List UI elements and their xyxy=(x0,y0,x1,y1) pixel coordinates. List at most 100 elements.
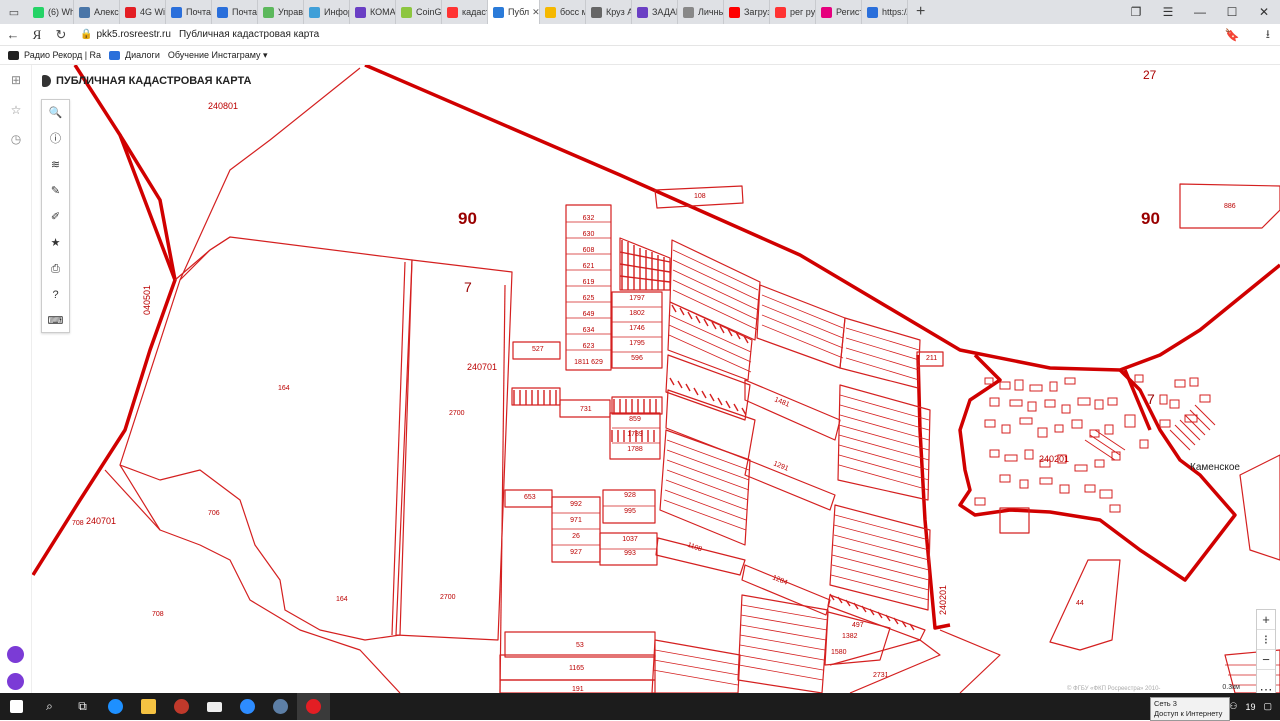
notifications-icon[interactable]: ▢ xyxy=(1263,701,1272,712)
start-button[interactable] xyxy=(0,693,33,720)
parcel-label: 1788 xyxy=(627,446,643,453)
tab-favicon-icon xyxy=(447,6,458,18)
reload-button[interactable]: ↻ xyxy=(48,27,74,43)
zoom-out-button[interactable]: − xyxy=(1257,650,1275,670)
measure-icon[interactable]: ✐ xyxy=(42,204,69,230)
search-icon[interactable]: 🔍 xyxy=(42,100,69,126)
bookmark-label: Радио Рекорд | Ra xyxy=(24,50,102,60)
bookmark-icon[interactable]: 🔖 xyxy=(1225,28,1240,42)
window-tabs-icon[interactable]: ❐ xyxy=(1120,5,1152,19)
browser-tab[interactable]: Управл xyxy=(258,0,304,24)
alice-assistant-icon[interactable] xyxy=(7,673,24,690)
window-controls: ❐ ☰ — ☐ ✕ xyxy=(1120,0,1280,24)
grid-icon[interactable]: ⊞ xyxy=(8,73,24,89)
browser-tab[interactable]: Регист xyxy=(816,0,862,24)
quarter-label: 240701 xyxy=(467,362,498,372)
download-icon[interactable]: ⭳ xyxy=(1266,25,1270,46)
history-icon[interactable]: ◷ xyxy=(8,132,24,148)
parcel-label: 971 xyxy=(570,517,582,524)
cadastral-map[interactable]: 240801 27 90 90 7 7 240701 240701 240201… xyxy=(32,65,1280,693)
app-red-icon xyxy=(174,699,189,714)
parcel-label: 164 xyxy=(278,385,290,392)
info-icon[interactable]: ⓘ xyxy=(42,126,69,152)
tab-favicon-icon xyxy=(493,6,504,18)
new-tab-button[interactable]: + xyxy=(908,3,933,21)
parcel-label: 497 xyxy=(852,622,864,629)
browser-tab[interactable]: Алекса xyxy=(74,0,120,24)
pencil-icon[interactable]: ✎ xyxy=(42,178,69,204)
parcel-label: 630 xyxy=(582,231,595,238)
taskbar-yandex[interactable] xyxy=(297,693,330,720)
yandex-home-button[interactable]: Я xyxy=(26,27,48,43)
taskbar-mail[interactable] xyxy=(198,693,231,720)
browser-tab[interactable]: Инфор xyxy=(304,0,350,24)
browser-tab[interactable]: (6) Wha xyxy=(28,0,74,24)
parcel-label: 886 xyxy=(1224,203,1236,210)
clock[interactable]: 19 xyxy=(1245,702,1255,712)
browser-tab[interactable]: Публ ✕ xyxy=(488,0,540,24)
taskbar-edge[interactable] xyxy=(99,693,132,720)
sidebar-toggle-icon[interactable]: ▭ xyxy=(0,6,28,19)
taskbar-zoom[interactable] xyxy=(231,693,264,720)
print-icon[interactable]: ⎙ xyxy=(42,256,69,282)
browser-tab[interactable]: КОМА xyxy=(350,0,396,24)
url-domain[interactable]: pkk5.rosreestr.ru xyxy=(96,29,170,40)
star-icon[interactable]: ★ xyxy=(42,230,69,256)
browser-tab[interactable]: 4G Wi-F xyxy=(120,0,166,24)
taskbar-search[interactable]: ⌕ xyxy=(33,693,66,720)
maximize-button[interactable]: ☐ xyxy=(1216,5,1248,19)
more-options-button[interactable]: ⋯ xyxy=(1257,680,1275,693)
browser-tab[interactable]: Загруз xyxy=(724,0,770,24)
browser-tab[interactable]: кадаст xyxy=(442,0,488,24)
parcel-label: 993 xyxy=(624,550,636,557)
task-view[interactable]: ⧉ xyxy=(66,693,99,720)
browser-tab[interactable]: https:// xyxy=(862,0,908,24)
browser-tab[interactable]: босс м xyxy=(540,0,586,24)
bookmark-radio-record[interactable]: Радио Рекорд | Ra xyxy=(8,50,101,60)
tab-label: КОМА xyxy=(370,7,396,17)
tab-label: CoinGe xyxy=(416,7,442,17)
alice-icon[interactable] xyxy=(7,646,24,663)
browser-tab[interactable]: CoinGe xyxy=(396,0,442,24)
parcel-column-a: 632 630 608 621 619 625 649 634 623 1811… xyxy=(566,215,611,375)
tooltip-line: Сеть 3 xyxy=(1154,699,1177,708)
zoom-in-button[interactable]: + xyxy=(1257,610,1275,630)
network-icon[interactable]: ⚇ xyxy=(1229,701,1237,712)
browser-tab[interactable]: Круз А xyxy=(586,0,632,24)
browser-tab[interactable]: рег ру xyxy=(770,0,816,24)
lock-icon[interactable]: 🔒 xyxy=(80,29,92,40)
star-icon[interactable]: ☆ xyxy=(8,103,24,119)
close-window-button[interactable]: ✕ xyxy=(1248,5,1280,19)
keyboard-icon[interactable]: ⌨ xyxy=(42,308,69,334)
page-title[interactable]: Публичная кадастровая карта xyxy=(179,29,319,40)
bookmark-label: Диалоги xyxy=(125,50,160,60)
parcel-label: 191 xyxy=(572,686,584,693)
help-icon[interactable]: ? xyxy=(42,282,69,308)
copyright-text: © ФГБУ «ФКП Росреестра» 2010- xyxy=(1067,686,1161,692)
taskbar-app[interactable] xyxy=(165,693,198,720)
bookmark-folder-instagram[interactable]: Обучение Инстаграму ▾ xyxy=(168,50,268,61)
tab-label: рег ру xyxy=(790,7,816,17)
browser-tab[interactable]: Почта xyxy=(212,0,258,24)
browser-tab[interactable]: ЗАДАН xyxy=(632,0,678,24)
browser-tab[interactable]: Почта xyxy=(166,0,212,24)
zoom-pin-button[interactable]: ⁝ xyxy=(1257,630,1275,650)
tab-favicon-icon xyxy=(309,6,320,18)
window-menu-icon[interactable]: ☰ xyxy=(1152,5,1184,19)
tab-favicon-icon xyxy=(355,6,366,18)
back-button[interactable]: ← xyxy=(0,27,26,42)
bookmark-dialogs[interactable]: Диалоги xyxy=(109,50,160,60)
parcel-label: 164 xyxy=(336,596,348,603)
taskbar-steam[interactable] xyxy=(264,693,297,720)
map-canvas[interactable] xyxy=(32,65,1280,693)
minimize-button[interactable]: — xyxy=(1184,5,1216,19)
tab-label: Инфор xyxy=(324,7,350,17)
browser-tab[interactable]: Личны xyxy=(678,0,724,24)
quarter-label: 040501 xyxy=(142,284,153,316)
taskbar-explorer[interactable] xyxy=(132,693,165,720)
close-tab-icon[interactable]: ✕ xyxy=(532,7,539,18)
quarter-label: 240201 xyxy=(1039,454,1070,464)
place-label: Каменское xyxy=(1190,462,1240,473)
layers-icon[interactable]: ≋ xyxy=(42,152,69,178)
chat-icon xyxy=(109,50,121,60)
